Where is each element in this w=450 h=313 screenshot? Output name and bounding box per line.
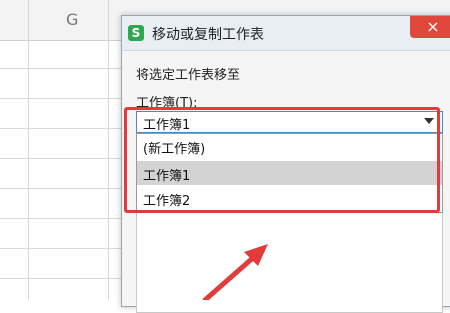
red-arrow-annotation bbox=[202, 244, 268, 300]
